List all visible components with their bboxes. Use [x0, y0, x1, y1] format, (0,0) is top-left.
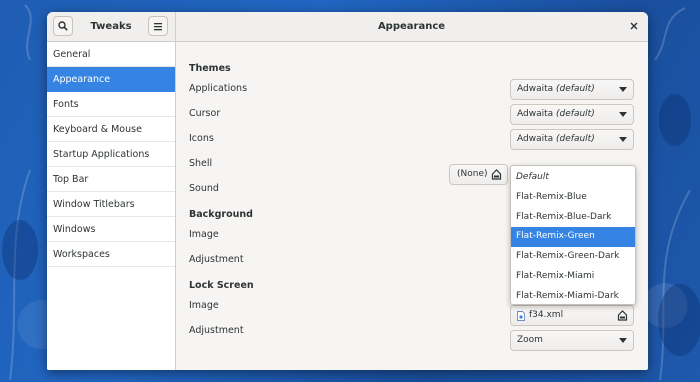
- icons-theme-default: (default): [556, 134, 595, 144]
- lock-screen-adjustment-label: Adjustment: [189, 325, 244, 336]
- lock-screen-adjustment-combo[interactable]: Zoom: [510, 330, 634, 351]
- xml-file-icon: [517, 311, 525, 321]
- document-icon: [617, 310, 628, 321]
- chevron-down-icon: [619, 112, 627, 117]
- sidebar: General Appearance Fonts Keyboard & Mous…: [47, 42, 176, 370]
- appearance-panel: Themes Applications Adwaita (default) Cu…: [176, 42, 648, 370]
- lock-screen-heading: Lock Screen: [189, 280, 254, 291]
- app-title: Tweaks: [90, 21, 132, 32]
- lock-screen-image-label: Image: [189, 300, 219, 311]
- lock-screen-image-file-button[interactable]: f34.xml: [510, 305, 634, 326]
- sidebar-item-windows[interactable]: Windows: [47, 217, 175, 242]
- shell-theme-file-button[interactable]: (None): [449, 164, 508, 185]
- dropdown-option-flat-remix-miami[interactable]: Flat-Remix-Miami: [511, 267, 635, 287]
- lock-screen-image-value: f34.xml: [529, 310, 564, 320]
- sidebar-item-keyboard-mouse[interactable]: Keyboard & Mouse: [47, 117, 175, 142]
- chevron-down-icon: [619, 137, 627, 142]
- sound-label: Sound: [189, 183, 219, 194]
- close-button[interactable]: [628, 20, 640, 32]
- shell-theme-dropdown: Default Flat-Remix-Blue Flat-Remix-Blue-…: [510, 165, 636, 305]
- menu-button[interactable]: [148, 16, 168, 36]
- dropdown-option-flat-remix-miami-dark[interactable]: Flat-Remix-Miami-Dark: [511, 287, 635, 307]
- shell-theme-file-value: (None): [457, 169, 488, 179]
- sidebar-item-general[interactable]: General: [47, 42, 175, 67]
- hamburger-menu-icon: [154, 22, 162, 30]
- tweaks-window: Tweaks Appearance General Appearance Fon…: [47, 12, 648, 370]
- applications-theme-combo[interactable]: Adwaita (default): [510, 79, 634, 100]
- chevron-down-icon: [619, 87, 627, 92]
- chevron-down-icon: [619, 338, 627, 343]
- sidebar-item-top-bar[interactable]: Top Bar: [47, 167, 175, 192]
- search-button[interactable]: [53, 16, 73, 36]
- applications-theme-value: Adwaita: [517, 84, 554, 94]
- dropdown-option-default[interactable]: Default: [511, 168, 635, 188]
- cursor-theme-combo[interactable]: Adwaita (default): [510, 104, 634, 125]
- search-icon: [58, 21, 68, 31]
- applications-theme-default: (default): [556, 84, 595, 94]
- sidebar-item-window-titlebars[interactable]: Window Titlebars: [47, 192, 175, 217]
- sidebar-item-startup-applications[interactable]: Startup Applications: [47, 142, 175, 167]
- header-left-pane: Tweaks: [47, 12, 176, 41]
- background-image-label: Image: [189, 229, 219, 240]
- sidebar-item-workspaces[interactable]: Workspaces: [47, 242, 175, 267]
- document-icon: [491, 169, 502, 180]
- sidebar-item-fonts[interactable]: Fonts: [47, 92, 175, 117]
- icons-theme-value: Adwaita: [517, 134, 554, 144]
- cursor-theme-default: (default): [556, 109, 595, 119]
- dropdown-option-flat-remix-green[interactable]: Flat-Remix-Green: [511, 227, 635, 248]
- background-adjustment-label: Adjustment: [189, 254, 244, 265]
- sidebar-item-appearance[interactable]: Appearance: [47, 67, 175, 92]
- icons-label: Icons: [189, 133, 214, 144]
- dropdown-option-flat-remix-blue-dark[interactable]: Flat-Remix-Blue-Dark: [511, 208, 635, 228]
- close-icon: [630, 22, 638, 30]
- themes-heading: Themes: [189, 63, 231, 74]
- lock-screen-adjustment-value: Zoom: [517, 335, 543, 345]
- background-heading: Background: [189, 209, 253, 220]
- header-bar: Tweaks Appearance: [47, 12, 648, 42]
- dropdown-option-flat-remix-green-dark[interactable]: Flat-Remix-Green-Dark: [511, 247, 635, 267]
- icons-theme-combo[interactable]: Adwaita (default): [510, 129, 634, 150]
- applications-label: Applications: [189, 83, 248, 94]
- dropdown-option-flat-remix-blue[interactable]: Flat-Remix-Blue: [511, 188, 635, 208]
- cursor-label: Cursor: [189, 108, 221, 119]
- cursor-theme-value: Adwaita: [517, 109, 554, 119]
- page-title: Appearance: [377, 21, 446, 32]
- shell-label: Shell: [189, 158, 213, 169]
